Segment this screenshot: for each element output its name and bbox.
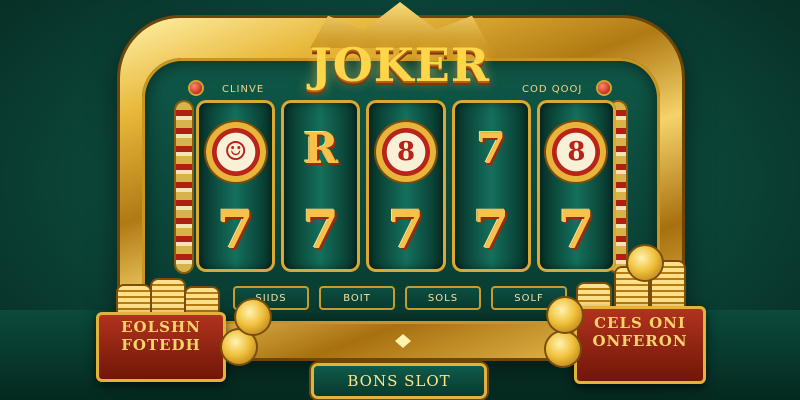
reel-5: 8 7 [536,100,617,272]
reel-4: 7 7 [451,100,531,272]
treasure-chest-right: CELS ONI ONFERON [574,306,706,384]
reel-symbol: 7 [217,200,254,261]
reel-3: 8 7 [366,100,446,272]
control-buttons: SIIDS BOIT SOLS SOLF [230,286,570,314]
coin-icon [222,330,256,364]
reel-1: ☺ 7 [196,100,276,272]
reel-symbol: 7 [476,124,506,173]
treasure-chest-left: EOLSHN FOTEDH [96,312,226,382]
coin-icon [548,298,582,332]
joker-face-icon: ☺ [205,122,266,182]
coin-icon [628,246,662,280]
red-lamp-icon [598,82,610,94]
chest-label: CELS ONI [594,314,686,332]
sub-label-right: COD QOOJ [522,84,583,95]
reel-symbol: 7 [473,200,510,261]
reels: ☺ 7 R 7 8 7 7 7 8 7 [196,100,617,272]
reel-symbol: 7 [387,200,425,261]
control-button[interactable]: SOLS [405,286,481,310]
coin-icon [546,332,580,366]
reel-symbol: 7 [558,200,595,261]
game-title: JOKER [309,38,491,92]
chest-label: EOLSHN [121,318,201,336]
sub-label-left: CLINVE [222,84,265,95]
reel-symbol: R [303,124,339,173]
coin-icon [236,300,270,334]
reel-2: R 7 [281,100,361,272]
control-button[interactable]: BOIT [319,286,395,310]
red-lamp-icon [190,82,202,94]
reel-symbol: 7 [302,200,339,261]
chest-label: FOTEDH [121,336,201,354]
side-lights-left [176,102,192,272]
bonus-slot-button[interactable]: BONS SLOT [314,366,484,396]
reel-badge: 8 [376,122,436,182]
chest-label: ONFERON [592,332,688,350]
reel-badge: 8 [546,122,607,182]
